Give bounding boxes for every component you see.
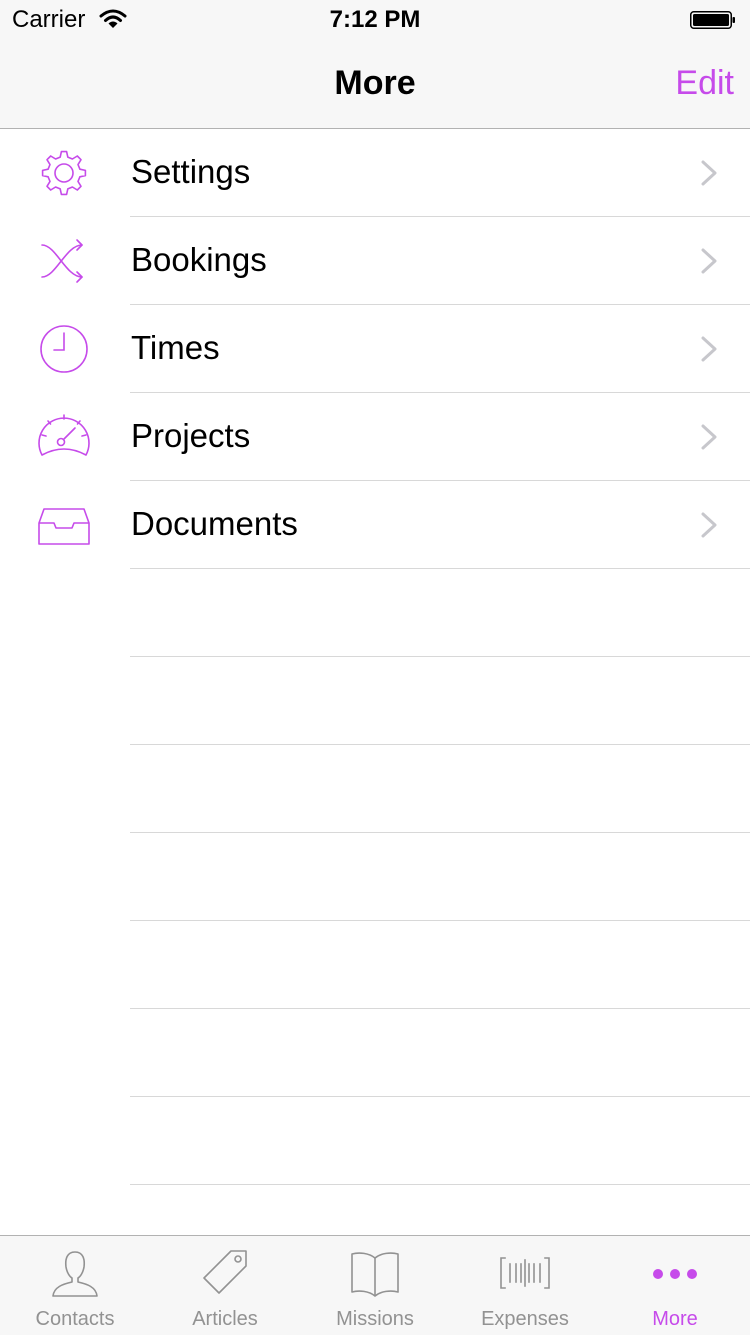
- person-icon: [52, 1251, 98, 1297]
- chevron-right-icon: [701, 248, 717, 274]
- book-icon: [351, 1252, 399, 1297]
- list-item-label: Bookings: [131, 241, 267, 278]
- more-list: Settings Bookings Times Projects Documen…: [0, 129, 750, 1273]
- empty-row: [0, 833, 750, 921]
- chevron-right-icon: [701, 424, 717, 450]
- empty-row: [0, 569, 750, 657]
- list-item-label: Documents: [131, 505, 298, 542]
- list-item-settings[interactable]: Settings: [0, 129, 750, 217]
- chevron-right-icon: [701, 160, 717, 186]
- clock-icon: [40, 325, 88, 373]
- list-item-label: Times: [131, 329, 220, 366]
- tab-articles[interactable]: Articles: [150, 1236, 300, 1335]
- empty-row: [0, 1009, 750, 1097]
- chevron-right-icon: [701, 336, 717, 362]
- speedometer-icon: [38, 414, 90, 456]
- status-bar: Carrier 7:12 PM: [0, 0, 750, 40]
- list-item-bookings[interactable]: Bookings: [0, 217, 750, 305]
- empty-row: [0, 1097, 750, 1185]
- empty-row: [0, 745, 750, 833]
- shuffle-icon: [41, 239, 83, 283]
- list-item-documents[interactable]: Documents: [0, 481, 750, 569]
- gear-icon: [41, 150, 87, 196]
- list-item-times[interactable]: Times: [0, 305, 750, 393]
- inbox-tray-icon: [38, 508, 90, 545]
- navigation-bar: More Edit: [0, 40, 750, 129]
- list-item-projects[interactable]: Projects: [0, 393, 750, 481]
- list-item-label: Projects: [131, 417, 251, 454]
- tab-label: Missions: [336, 1308, 414, 1330]
- tab-contacts[interactable]: Contacts: [0, 1236, 150, 1335]
- empty-row: [0, 921, 750, 1009]
- tab-missions[interactable]: Missions: [300, 1236, 450, 1335]
- battery-icon: [690, 11, 735, 29]
- tab-bar: Contacts Articles Missions Expenses More: [0, 1235, 750, 1335]
- barcode-icon: [500, 1257, 550, 1289]
- edit-button[interactable]: Edit: [675, 64, 734, 103]
- chevron-right-icon: [701, 512, 717, 538]
- page-title: More: [334, 64, 416, 102]
- tab-expenses[interactable]: Expenses: [450, 1236, 600, 1335]
- tab-label: Expenses: [481, 1308, 569, 1330]
- status-time: 7:12 PM: [329, 6, 421, 33]
- empty-row: [0, 657, 750, 745]
- more-dots-icon: [653, 1269, 697, 1279]
- tab-label: Contacts: [35, 1308, 115, 1330]
- tab-more[interactable]: More: [600, 1236, 750, 1335]
- tab-label: More: [652, 1308, 698, 1330]
- tab-label: Articles: [192, 1308, 258, 1330]
- tag-icon: [203, 1250, 247, 1294]
- list-item-label: Settings: [131, 153, 251, 190]
